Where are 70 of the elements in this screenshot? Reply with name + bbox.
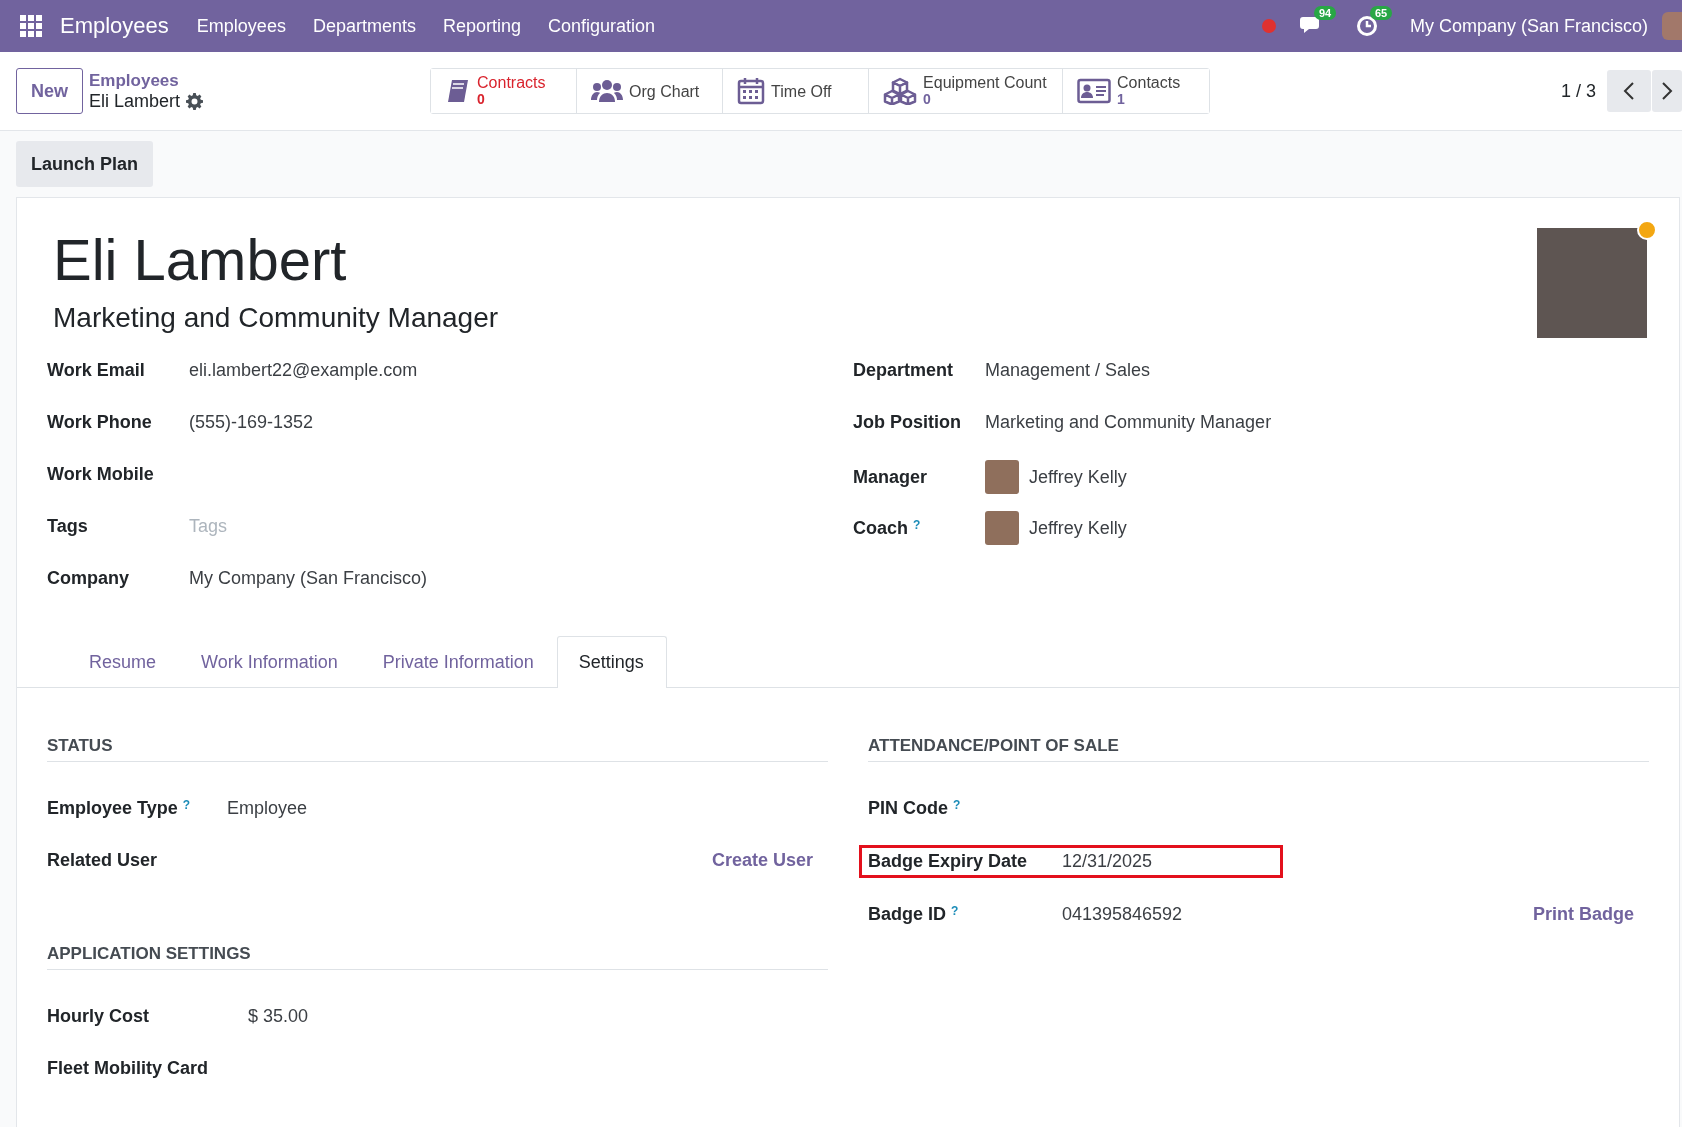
pager-counter: 1 / 3 xyxy=(1560,80,1596,102)
field-label: Employee Type xyxy=(47,797,178,819)
messages-count: 94 xyxy=(1313,6,1337,20)
field-label: PIN Code xyxy=(868,798,948,819)
field-label: Coach xyxy=(853,517,908,539)
field-value[interactable]: 041395846592 xyxy=(1062,904,1183,925)
form-tab[interactable]: Resume xyxy=(67,636,180,688)
section-title: APPLICATION SETTINGS xyxy=(47,944,828,970)
person-avatar xyxy=(985,511,1019,545)
field-value[interactable]: Employee xyxy=(227,797,308,819)
breadcrumb-link[interactable]: Employees xyxy=(89,70,204,91)
activities-count: 65 xyxy=(1369,6,1393,20)
form-tab[interactable]: Private Information xyxy=(360,636,557,688)
person-avatar xyxy=(985,460,1019,494)
nav-menu-item[interactable]: Departments xyxy=(312,15,416,37)
nav-menu-item[interactable]: Employees xyxy=(196,15,286,37)
field-value[interactable]: (555)-169-1352 xyxy=(189,411,314,433)
app-name[interactable]: Employees xyxy=(60,13,169,39)
chevron-right-icon xyxy=(1661,81,1673,101)
section-title: ATTENDANCE/POINT OF SALE xyxy=(868,736,1649,762)
company-switcher[interactable]: My Company (San Francisco) xyxy=(1409,15,1648,37)
new-button[interactable]: New xyxy=(16,68,83,114)
field-label: Work Mobile xyxy=(47,463,155,485)
field-label: Fleet Mobility Card xyxy=(47,1057,209,1079)
field-value[interactable]: $ 35.00 xyxy=(248,1005,309,1027)
field-label: Job Position xyxy=(853,411,961,433)
nav-menu-item[interactable]: Reporting xyxy=(442,15,521,37)
app-grid-icon[interactable] xyxy=(20,15,42,37)
field-value[interactable]: 12/31/2025 xyxy=(1062,851,1153,872)
field-value[interactable]: eli.lambert22@example.com xyxy=(189,359,418,381)
field-value[interactable]: My Company (San Francisco) xyxy=(189,567,428,589)
field-label: Tags xyxy=(47,515,89,537)
chevron-left-icon xyxy=(1623,81,1635,101)
cubes-icon xyxy=(883,77,918,105)
status-dot-icon xyxy=(1261,19,1276,33)
field-value[interactable]: Management / Sales xyxy=(985,359,1151,381)
nav-menu-item[interactable]: Configuration xyxy=(548,15,656,37)
field-value[interactable]: Jeffrey Kelly xyxy=(1029,517,1127,539)
field-value[interactable]: Jeffrey Kelly xyxy=(1029,466,1127,488)
section-title: STATUS xyxy=(47,736,828,762)
help-tooltip-icon[interactable]: ? xyxy=(953,798,961,819)
calendar-icon xyxy=(737,77,766,105)
next-button[interactable] xyxy=(1652,70,1682,112)
field-label: Badge Expiry Date xyxy=(868,851,1028,872)
previous-button[interactable] xyxy=(1607,70,1651,112)
field-label: Hourly Cost xyxy=(47,1005,150,1027)
field-label: Related User xyxy=(47,849,158,871)
address-card-icon xyxy=(1077,78,1112,104)
form-tab[interactable]: Work Information xyxy=(179,636,361,688)
create-user-link[interactable]: Create User xyxy=(711,849,813,871)
job-title: Marketing and Community Manager xyxy=(53,302,499,334)
help-tooltip-icon[interactable]: ? xyxy=(182,797,191,819)
settings-icon[interactable] xyxy=(186,92,204,110)
field-label: Work Email xyxy=(47,359,146,381)
field-label: Company xyxy=(47,567,130,589)
help-tooltip-icon[interactable]: ? xyxy=(913,517,921,539)
launch-plan-button[interactable]: Launch Plan xyxy=(16,141,153,187)
print-badge-link[interactable]: Print Badge xyxy=(1533,904,1634,925)
field-label: Badge ID xyxy=(868,904,946,925)
field-label: Work Phone xyxy=(47,411,153,433)
field-label: Department xyxy=(853,359,954,381)
people-icon xyxy=(591,78,624,104)
employee-name: Eli Lambert xyxy=(53,226,348,294)
clock-icon[interactable] xyxy=(1355,15,1378,37)
help-tooltip-icon[interactable]: ? xyxy=(951,904,959,925)
field-label: Manager xyxy=(853,466,928,488)
form-tab[interactable]: Settings xyxy=(556,636,667,688)
smart-button[interactable]: Contracts 0 xyxy=(431,69,578,113)
record-title: Eli Lambert xyxy=(89,90,181,112)
field-value[interactable]: Marketing and Community Manager xyxy=(985,411,1272,433)
